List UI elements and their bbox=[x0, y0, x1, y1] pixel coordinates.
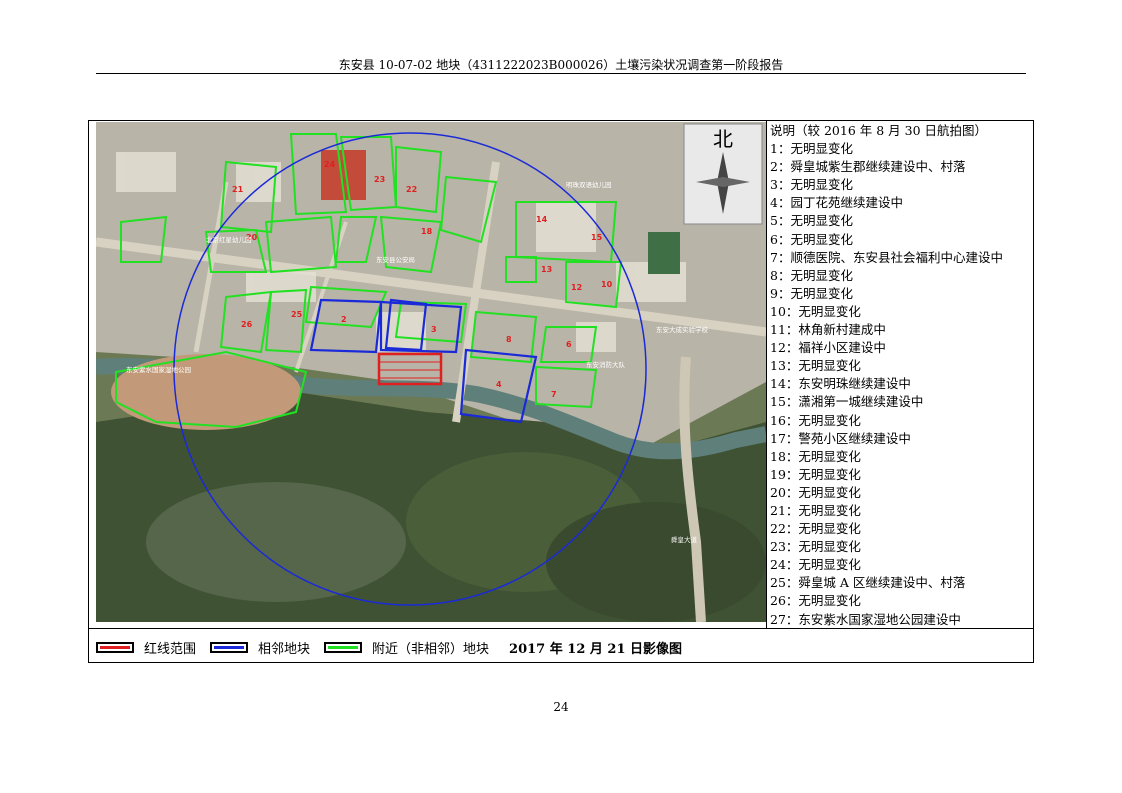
note-item: 15：潇湘第一城继续建设中 bbox=[770, 394, 924, 410]
note-item: 25：舜皇城 A 区继续建设中、村落 bbox=[770, 575, 966, 591]
image-date-label: 2017 年 12 月 21 日影像图 bbox=[509, 641, 683, 657]
map-place-label: 东安消防大队 bbox=[586, 360, 626, 369]
map-notes-divider bbox=[766, 120, 767, 628]
legend-red: 红线范围 bbox=[96, 638, 196, 657]
note-item: 26：无明显变化 bbox=[770, 593, 861, 609]
blue-swatch-icon bbox=[210, 641, 249, 653]
note-item: 14：东安明珠继续建设中 bbox=[770, 376, 911, 392]
note-item: 7：顺德医院、东安县社会福利中心建设中 bbox=[770, 249, 1003, 265]
legend-blue: 相邻地块 bbox=[210, 638, 310, 657]
note-item: 18：无明显变化 bbox=[770, 448, 861, 464]
map-place-label: 明珠双语幼儿园 bbox=[566, 180, 612, 189]
notes-title: 说明（较 2016 年 8 月 30 日航拍图） bbox=[770, 123, 988, 138]
map-place-label: 舜皇大道 bbox=[671, 535, 698, 544]
note-item: 11：林角新村建成中 bbox=[770, 322, 886, 338]
note-item: 8：无明显变化 bbox=[770, 267, 853, 283]
note-item: 20：无明显变化 bbox=[770, 484, 861, 500]
map-place-label: 北京红星幼儿园 bbox=[206, 235, 252, 244]
note-item: 22：无明显变化 bbox=[770, 521, 861, 537]
svg-text:13: 13 bbox=[541, 265, 552, 274]
legend-red-label: 红线范围 bbox=[144, 641, 197, 657]
note-item: 21：无明显变化 bbox=[770, 502, 861, 518]
svg-text:24: 24 bbox=[324, 160, 336, 169]
note-item: 19：无明显变化 bbox=[770, 466, 861, 482]
svg-text:4: 4 bbox=[496, 380, 502, 389]
map-place-label: 东安县公安局 bbox=[376, 255, 415, 264]
change-notes: 说明（较 2016 年 8 月 30 日航拍图） 1：无明显变化 2：舜皇城紫生… bbox=[770, 122, 1032, 629]
note-item: 9：无明显变化 bbox=[770, 285, 853, 301]
note-item: 27：东安紫水国家湿地公园建设中 bbox=[770, 611, 961, 627]
legend-green-label: 附近（非相邻）地块 bbox=[372, 641, 490, 657]
svg-text:18: 18 bbox=[421, 227, 433, 236]
note-item: 4：园丁花苑继续建设中 bbox=[770, 195, 903, 211]
map-legend: 红线范围 相邻地块 附近（非相邻）地块 2017 年 12 月 21 日影像图 bbox=[96, 634, 1026, 660]
green-swatch-icon bbox=[324, 641, 363, 653]
svg-text:14: 14 bbox=[536, 215, 548, 224]
note-item: 24：无明显变化 bbox=[770, 557, 861, 573]
svg-text:2: 2 bbox=[341, 315, 347, 324]
svg-text:15: 15 bbox=[591, 233, 603, 242]
svg-text:26: 26 bbox=[241, 320, 253, 329]
svg-text:8: 8 bbox=[506, 335, 512, 344]
svg-text:6: 6 bbox=[566, 340, 572, 349]
note-item: 16：无明显变化 bbox=[770, 412, 861, 428]
note-item: 17：警苑小区继续建设中 bbox=[770, 430, 911, 446]
note-item: 23：无明显变化 bbox=[770, 539, 861, 555]
north-label: 北 bbox=[713, 127, 733, 151]
svg-text:22: 22 bbox=[406, 185, 417, 194]
map-place-label: 东安大成实验学校 bbox=[656, 325, 709, 334]
note-item: 3：无明显变化 bbox=[770, 177, 853, 193]
legend-green: 附近（非相邻）地块 bbox=[324, 638, 489, 657]
legend-blue-label: 相邻地块 bbox=[258, 641, 311, 657]
svg-text:21: 21 bbox=[232, 185, 244, 194]
map-place-label: 东安紫水国家湿地公园 bbox=[126, 365, 191, 374]
svg-text:25: 25 bbox=[291, 310, 303, 319]
svg-text:12: 12 bbox=[571, 283, 582, 292]
note-item: 10：无明显变化 bbox=[770, 303, 861, 319]
note-item: 12：福祥小区建设中 bbox=[770, 340, 886, 356]
note-item: 1：无明显变化 bbox=[770, 141, 853, 157]
page-header-title: 东安县 10-07-02 地块（4311222023B000026）土壤污染状况… bbox=[338, 58, 784, 72]
note-item: 2：舜皇城紫生郡继续建设中、村落 bbox=[770, 159, 966, 175]
note-item: 6：无明显变化 bbox=[770, 231, 853, 247]
page-number: 24 bbox=[553, 700, 569, 714]
header-rule bbox=[96, 73, 1026, 74]
svg-text:7: 7 bbox=[551, 390, 557, 399]
svg-text:23: 23 bbox=[374, 175, 385, 184]
svg-text:3: 3 bbox=[431, 325, 437, 334]
red-swatch-icon bbox=[96, 641, 134, 653]
svg-text:10: 10 bbox=[601, 280, 613, 289]
note-item: 5：无明显变化 bbox=[770, 213, 853, 229]
aerial-map: 北 24 23 22 21 14 15 20 18 13 12 10 26 25… bbox=[96, 122, 766, 622]
note-item: 13：无明显变化 bbox=[770, 358, 861, 374]
